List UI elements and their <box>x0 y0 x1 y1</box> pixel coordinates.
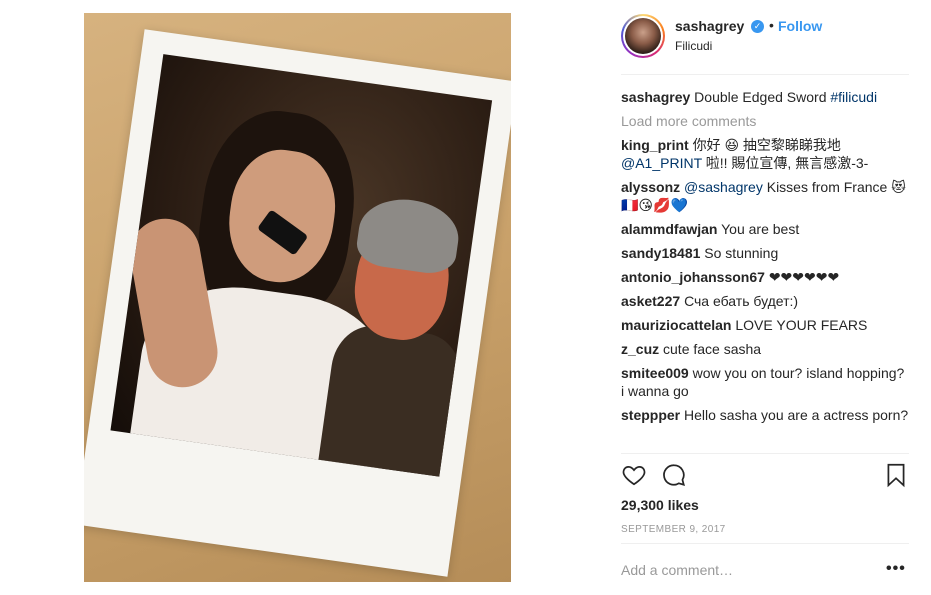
comments-divider <box>621 453 909 454</box>
comment-text: Сча ебать будет:) <box>684 293 799 309</box>
comment-row: antonio_johansson67 ❤❤❤❤❤❤ <box>621 268 909 286</box>
likes-count[interactable]: 29,300 likes <box>621 497 699 513</box>
comment-row: alammdfawjan You are best <box>621 220 909 238</box>
caption: sashagrey Double Edged Sword #filicudi <box>621 88 909 106</box>
verified-badge-icon: ✓ <box>751 20 764 33</box>
comment-text: So stunning <box>704 245 779 261</box>
comment-mention[interactable]: @A1_PRINT <box>621 155 702 171</box>
comment-username[interactable]: z_cuz <box>621 341 659 357</box>
post-header: sashagrey ✓ • Follow Filicudi <box>621 14 909 62</box>
avatar[interactable] <box>621 14 665 58</box>
heart-icon[interactable] <box>621 462 647 488</box>
comment-row: alyssonz @sashagrey Kisses from France 😻… <box>621 178 909 214</box>
comment-bubble-icon[interactable] <box>661 462 687 488</box>
comment-username[interactable]: king_print <box>621 137 689 153</box>
comment-list: king_print 你好 😆 抽空黎睇睇我地 @A1_PRINT 啦!! 賜位… <box>621 136 909 424</box>
man-body <box>317 321 467 477</box>
comment-username[interactable]: alammdfawjan <box>621 221 717 237</box>
avatar-ring <box>623 16 663 56</box>
separator-dot: • <box>769 17 774 33</box>
comment-username[interactable]: smitee009 <box>621 365 689 381</box>
post-photo[interactable] <box>84 13 511 582</box>
comment-text: You are best <box>721 221 800 237</box>
action-bar <box>621 462 909 492</box>
comments-section: sashagrey Double Edged Sword #filicudi L… <box>621 88 909 430</box>
add-comment-divider <box>621 543 909 544</box>
comment-username[interactable]: steppper <box>621 407 680 423</box>
comment-username[interactable]: antonio_johansson67 <box>621 269 765 285</box>
bookmark-icon[interactable] <box>883 462 909 488</box>
comment-username[interactable]: asket227 <box>621 293 680 309</box>
add-comment-input[interactable]: Add a comment… <box>621 562 733 578</box>
caption-text: Double Edged Sword <box>694 89 831 105</box>
location-link[interactable]: Filicudi <box>675 39 712 53</box>
comment-mention[interactable]: @sashagrey <box>684 179 763 195</box>
more-options-button[interactable]: ••• <box>886 560 906 578</box>
polaroid-print <box>84 29 511 577</box>
comment-username[interactable]: sandy18481 <box>621 245 700 261</box>
comment-text: cute face sasha <box>663 341 762 357</box>
comment-text: LOVE YOUR FEARS <box>735 317 868 333</box>
comment-row: sandy18481 So stunning <box>621 244 909 262</box>
comment-row: king_print 你好 😆 抽空黎睇睇我地 @A1_PRINT 啦!! 賜位… <box>621 136 909 172</box>
comment-text: ❤❤❤❤❤❤ <box>768 269 840 285</box>
comment-username[interactable]: mauriziocattelan <box>621 317 731 333</box>
comment-row: steppper Hello sasha you are a actress p… <box>621 406 909 424</box>
caption-hashtag[interactable]: #filicudi <box>830 89 877 105</box>
comment-username[interactable]: alyssonz <box>621 179 680 195</box>
comment-row: mauriziocattelan LOVE YOUR FEARS <box>621 316 909 334</box>
post-date: SEPTEMBER 9, 2017 <box>621 524 726 535</box>
header-divider <box>621 74 909 75</box>
follow-button[interactable]: Follow <box>778 18 822 34</box>
comment-row: smitee009 wow you on tour? island hoppin… <box>621 364 909 400</box>
comment-text-after: 啦!! 賜位宣傳, 無言感激-3- <box>701 155 869 171</box>
comment-text: Hello sasha you are a actress porn? <box>684 407 909 423</box>
avatar-image <box>625 18 661 54</box>
comment-row: z_cuz cute face sasha <box>621 340 909 358</box>
username-link[interactable]: sashagrey <box>675 18 744 34</box>
caption-username[interactable]: sashagrey <box>621 89 690 105</box>
load-more-comments-button[interactable]: Load more comments <box>621 112 909 130</box>
comment-text: 你好 😆 抽空黎睇睇我地 <box>692 137 841 153</box>
comment-row: asket227 Сча ебать будет:) <box>621 292 909 310</box>
polaroid-image <box>110 54 493 477</box>
